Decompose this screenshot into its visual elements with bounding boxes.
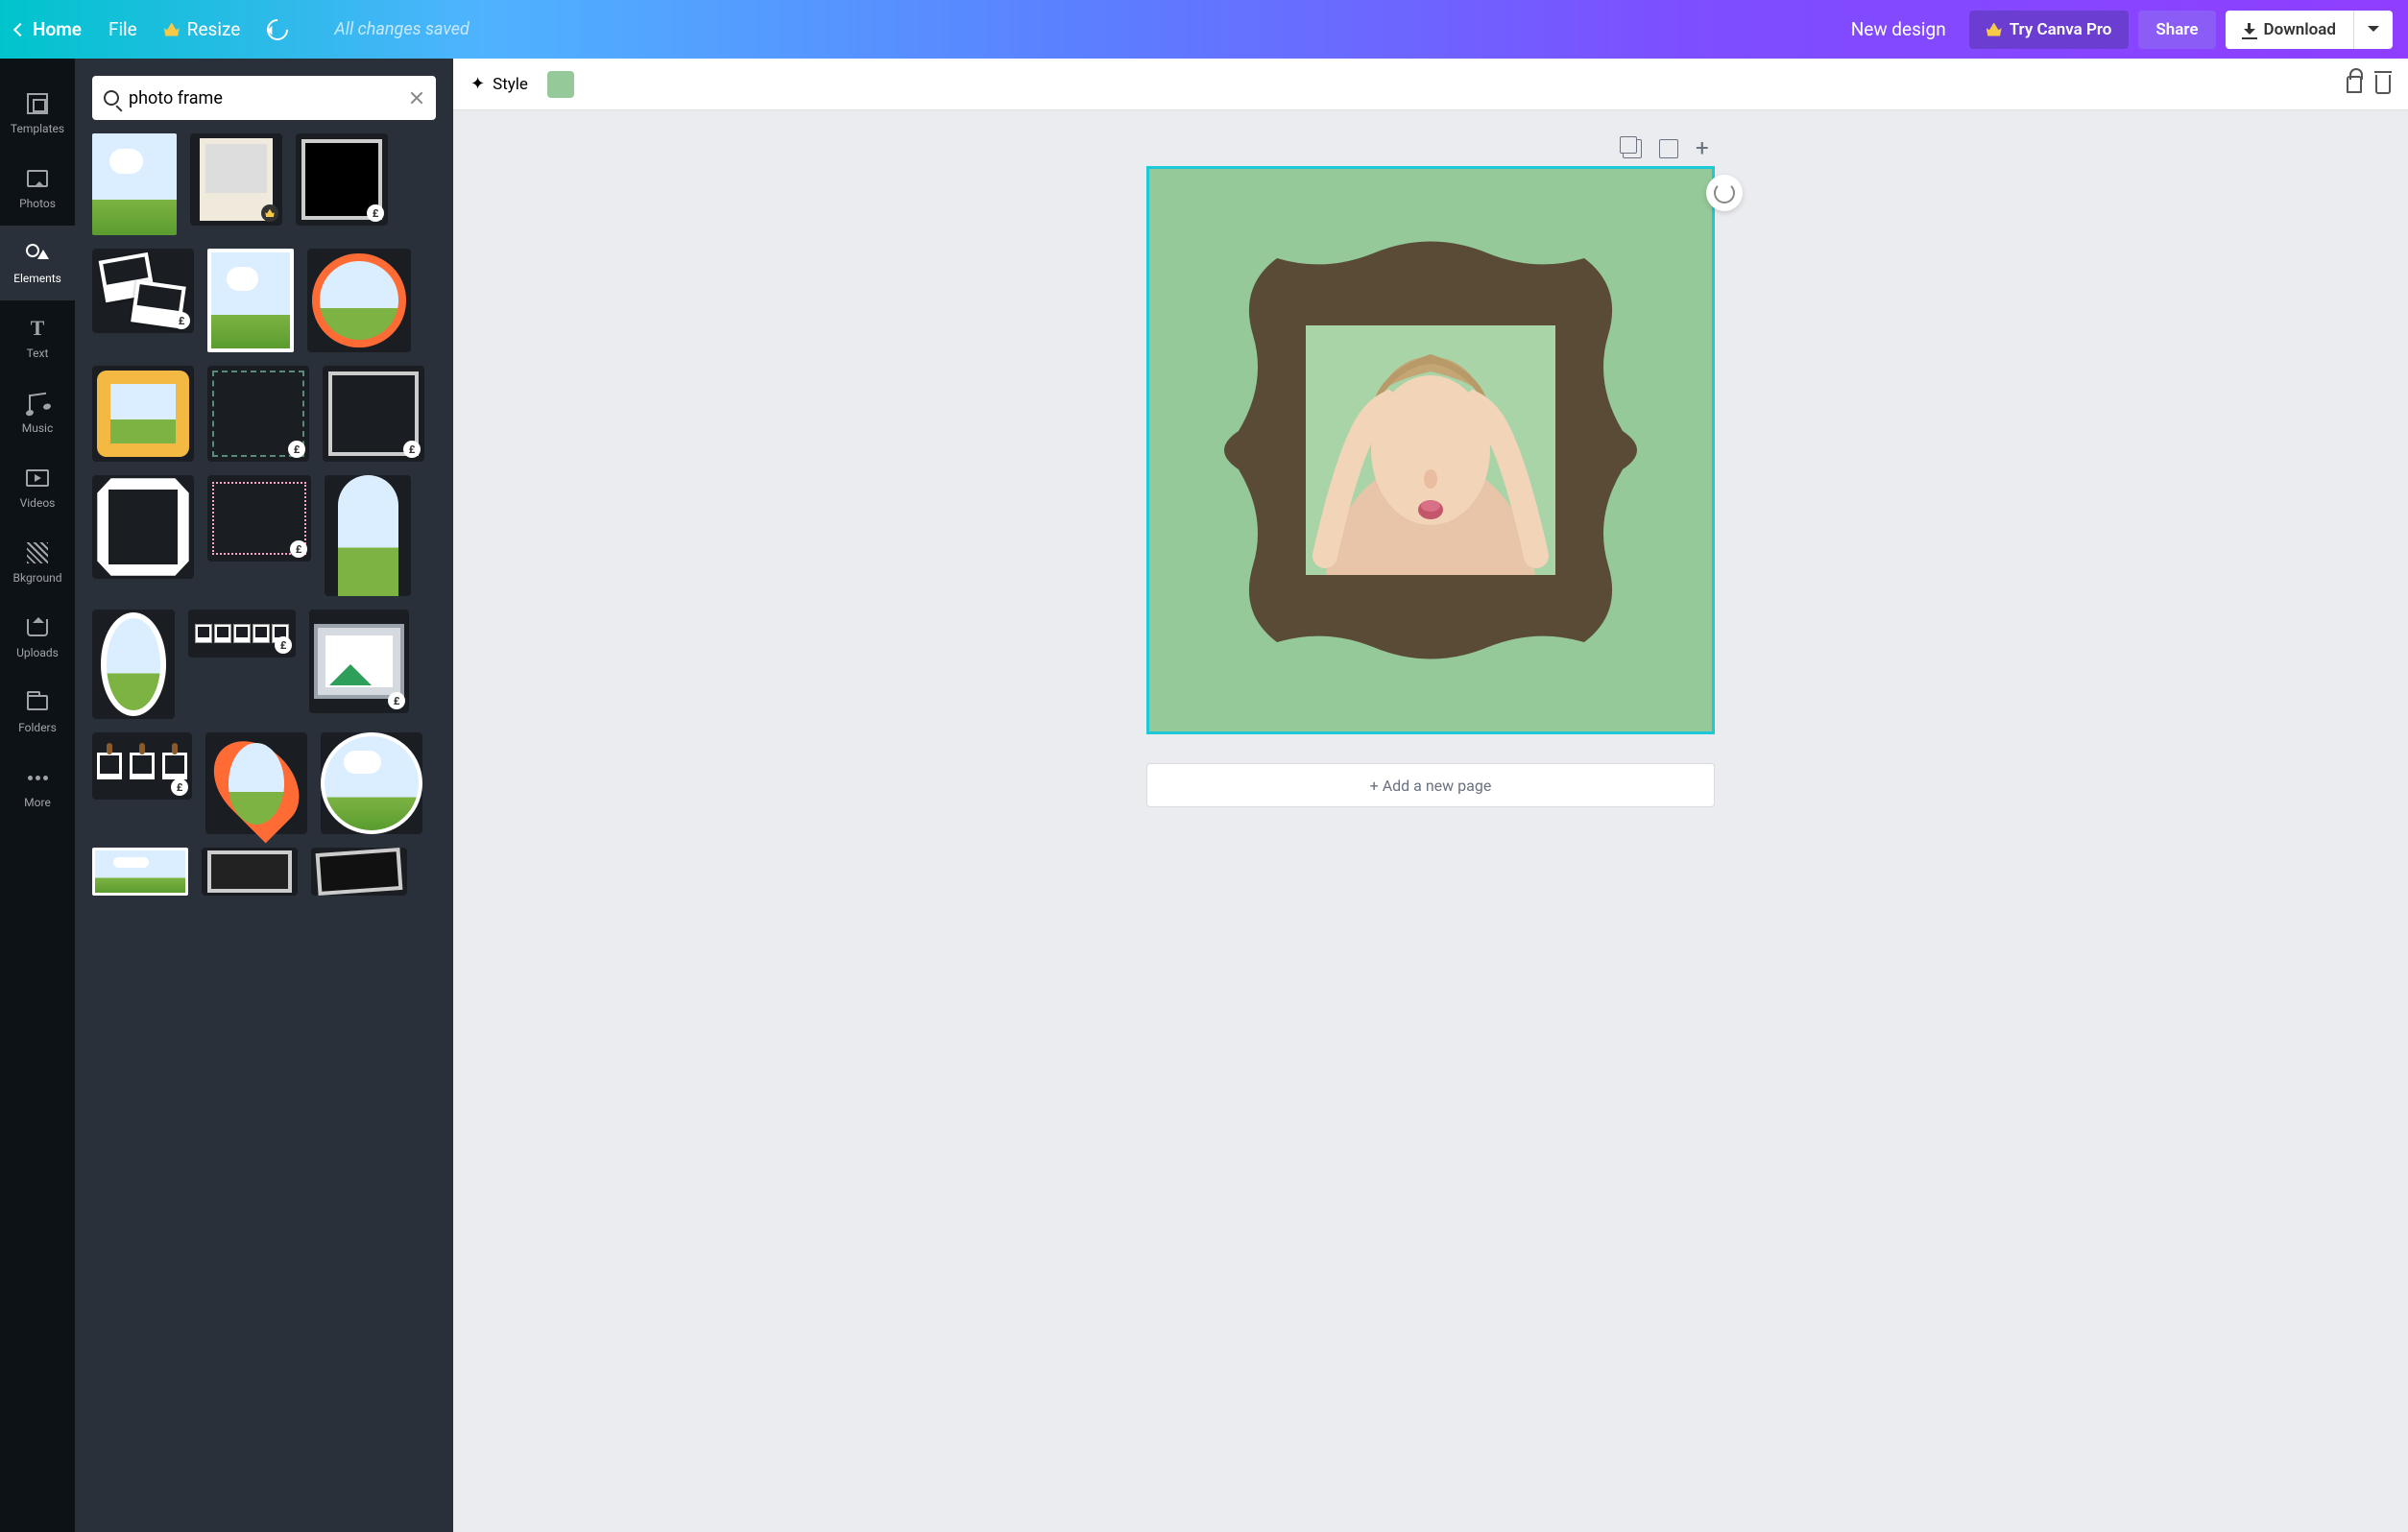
resize-label: Resize — [187, 18, 241, 40]
sparkle-icon: ✦ — [470, 74, 485, 94]
add-page-icon-button[interactable]: + — [1696, 139, 1715, 158]
lock-button[interactable] — [2347, 76, 2362, 93]
hanging-frame-icon — [314, 624, 404, 699]
elements-panel: £ £ £ £ £ £ £ £ — [75, 59, 453, 1532]
search-results: £ £ £ £ £ £ £ £ — [92, 133, 436, 896]
download-label: Download — [2264, 20, 2336, 39]
side-nav: Templates Photos Elements TText Music Vi… — [0, 59, 75, 1532]
sidenav-more[interactable]: More — [0, 750, 75, 825]
frame-result-2[interactable] — [190, 133, 282, 226]
resize-menu[interactable]: Resize — [164, 18, 241, 40]
home-label: Home — [33, 18, 82, 40]
frame-result-9[interactable]: £ — [323, 366, 424, 462]
frame-result-4[interactable]: £ — [92, 249, 194, 333]
home-button[interactable]: Home — [15, 18, 82, 40]
sidenav-photos[interactable]: Photos — [0, 151, 75, 226]
upload-icon — [27, 619, 48, 636]
premium-badge: £ — [171, 778, 188, 796]
sidenav-background[interactable]: Bkground — [0, 525, 75, 600]
frame-result-16[interactable]: £ — [92, 732, 192, 800]
frame-result-21[interactable] — [311, 848, 407, 896]
frame-result-12[interactable] — [325, 475, 411, 596]
sidenav-folders[interactable]: Folders — [0, 675, 75, 750]
copy-page-button[interactable] — [1623, 139, 1642, 158]
share-button[interactable]: Share — [2138, 11, 2215, 49]
undo-button[interactable] — [263, 14, 293, 44]
premium-badge: £ — [275, 636, 292, 654]
crown-icon — [1987, 23, 2002, 36]
frame-result-10[interactable] — [92, 475, 194, 579]
sidenav-music[interactable]: Music — [0, 375, 75, 450]
stage[interactable]: + — [453, 110, 2408, 1532]
more-icon — [28, 776, 48, 780]
photos-icon — [27, 170, 48, 187]
frame-result-19[interactable] — [92, 848, 188, 896]
file-menu[interactable]: File — [108, 18, 137, 40]
sidenav-templates[interactable]: Templates — [0, 76, 75, 151]
style-label: Style — [493, 75, 528, 94]
sidenav-videos[interactable]: Videos — [0, 450, 75, 525]
templates-icon — [27, 93, 48, 114]
background-icon — [27, 542, 48, 563]
frame-result-18[interactable] — [321, 732, 422, 834]
canvas-area: ✦ Style + — [453, 59, 2408, 1532]
videos-icon — [26, 469, 49, 487]
download-options-button[interactable] — [2353, 11, 2393, 49]
download-button[interactable]: Download — [2226, 11, 2353, 49]
download-icon — [2243, 23, 2256, 36]
refresh-button[interactable] — [1706, 175, 1743, 211]
pro-badge — [261, 204, 278, 222]
color-swatch[interactable] — [547, 71, 574, 98]
premium-badge: £ — [388, 692, 405, 709]
chevron-left-icon — [13, 22, 27, 36]
clear-search-button[interactable] — [409, 90, 424, 106]
frame-result-17[interactable] — [205, 732, 307, 834]
folder-icon — [27, 695, 48, 710]
page-controls: + — [1146, 139, 1715, 158]
premium-badge: £ — [173, 312, 190, 329]
frame-result-6[interactable] — [307, 249, 411, 352]
delete-button[interactable] — [2375, 75, 2391, 94]
top-bar: Home File Resize All changes saved New d… — [0, 0, 2408, 59]
search-box — [92, 76, 436, 120]
try-canva-pro-button[interactable]: Try Canva Pro — [1969, 11, 2130, 49]
frame-result-13[interactable] — [92, 610, 175, 719]
premium-badge: £ — [290, 540, 307, 558]
text-icon: T — [25, 316, 50, 341]
sidenav-uploads[interactable]: Uploads — [0, 600, 75, 675]
music-icon — [29, 393, 46, 415]
style-button[interactable]: ✦ Style — [470, 74, 528, 94]
sidenav-elements[interactable]: Elements — [0, 226, 75, 300]
elements-icon — [26, 244, 49, 263]
canvas-page[interactable] — [1146, 166, 1715, 734]
frame-result-20[interactable] — [202, 848, 298, 896]
duplicate-page-button[interactable] — [1659, 139, 1678, 158]
frame-result-1[interactable] — [92, 133, 177, 235]
frame-result-3[interactable]: £ — [296, 133, 388, 226]
add-page-button[interactable]: + Add a new page — [1146, 763, 1715, 807]
premium-badge: £ — [367, 204, 384, 222]
frame-result-15[interactable]: £ — [309, 610, 409, 713]
context-toolbar: ✦ Style — [453, 59, 2408, 110]
frame-result-5[interactable] — [207, 249, 294, 352]
search-icon — [104, 90, 119, 106]
search-input[interactable] — [129, 88, 399, 108]
frame-result-7[interactable] — [92, 366, 194, 462]
frame-element[interactable] — [1210, 229, 1651, 671]
caret-down-icon — [2368, 26, 2379, 37]
sidenav-text[interactable]: TText — [0, 300, 75, 375]
crown-icon — [164, 23, 180, 36]
save-status: All changes saved — [334, 19, 470, 39]
new-design-button[interactable]: New design — [1851, 18, 1946, 40]
premium-badge: £ — [288, 441, 305, 458]
try-pro-label: Try Canva Pro — [2010, 20, 2112, 39]
hanging-photos-icon — [97, 753, 187, 779]
premium-badge: £ — [403, 441, 421, 458]
frame-result-11[interactable]: £ — [207, 475, 311, 562]
frame-result-8[interactable]: £ — [207, 366, 309, 462]
photo-placeholder[interactable] — [1306, 325, 1555, 575]
frame-result-14[interactable]: £ — [188, 610, 296, 658]
